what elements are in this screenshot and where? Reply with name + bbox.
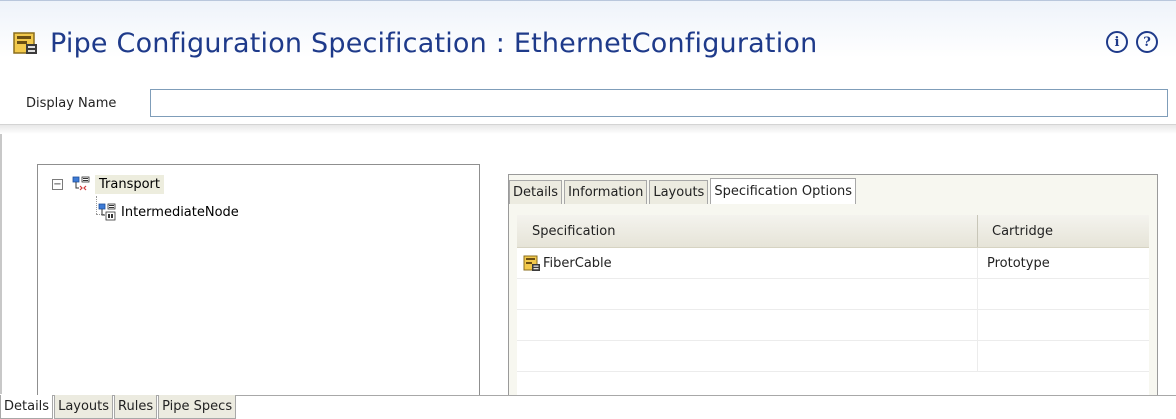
table-cell-empty: [517, 279, 978, 309]
inner-tab-bar: Details Information Layouts Specificatio…: [509, 178, 858, 204]
tab-details[interactable]: Details: [0, 395, 54, 419]
specification-icon: [523, 255, 540, 271]
tab-details[interactable]: Details: [509, 180, 563, 204]
table-header: Specification Cartridge: [517, 215, 1149, 248]
table-row: [517, 279, 1149, 310]
table-cell-empty: [517, 341, 978, 371]
specification-editor-icon: [13, 32, 37, 54]
display-name-field[interactable]: [150, 89, 1168, 117]
display-name-row: Display Name: [26, 87, 1168, 119]
tab-rules[interactable]: Rules: [114, 395, 158, 419]
tree-node-intermediate[interactable]: IntermediateNode: [98, 203, 239, 221]
specification-name: FiberCable: [543, 255, 612, 271]
tab-pipe-specs[interactable]: Pipe Specs: [158, 395, 237, 419]
table-cell-empty: [978, 341, 1149, 371]
tab-information[interactable]: Information: [564, 180, 648, 204]
tree-node-label: IntermediateNode: [121, 204, 239, 220]
specification-table: Specification Cartridge FiberCable Proto…: [517, 215, 1149, 405]
editor-tab-bar: Details Layouts Rules Pipe Specs: [0, 395, 237, 419]
tab-layouts[interactable]: Layouts: [54, 395, 114, 419]
page-title: Pipe Configuration Specification : Ether…: [50, 27, 818, 59]
info-icon[interactable]: i: [1106, 31, 1128, 53]
table-cell-specification: FiberCable: [517, 248, 978, 278]
pipe-tree-icon: [72, 176, 90, 190]
table-row[interactable]: FiberCable Prototype: [517, 248, 1149, 279]
details-panel: Details Information Layouts Specificatio…: [508, 174, 1158, 405]
table-row: [517, 310, 1149, 341]
table-cell-cartridge: Prototype: [987, 255, 1050, 271]
table-row: [517, 341, 1149, 372]
tree-panel: − Transport IntermediateNode: [37, 164, 480, 404]
table-cell-empty: [978, 310, 1149, 340]
tab-layouts[interactable]: Layouts: [649, 180, 709, 204]
display-name-label: Display Name: [26, 95, 117, 111]
tree-node-transport[interactable]: − Transport: [52, 175, 165, 194]
left-edge-divider: [0, 134, 6, 394]
header-separator: [0, 124, 1176, 134]
collapse-icon[interactable]: −: [52, 179, 63, 190]
header-icons: i ?: [1106, 31, 1158, 53]
tree-connector: [96, 196, 97, 214]
title-row: Pipe Configuration Specification : Ether…: [12, 23, 817, 63]
table-cell-empty: [978, 279, 1149, 309]
tree-node-label: Transport: [95, 175, 165, 194]
column-header-cartridge[interactable]: Cartridge: [978, 215, 1149, 247]
help-icon[interactable]: ?: [1136, 31, 1158, 53]
editor-header: Pipe Configuration Specification : Ether…: [0, 0, 1176, 82]
node-tree-icon: [98, 203, 116, 221]
table-cell-empty: [517, 310, 978, 340]
column-header-specification[interactable]: Specification: [517, 215, 978, 247]
tab-specification-options[interactable]: Specification Options: [710, 178, 857, 204]
